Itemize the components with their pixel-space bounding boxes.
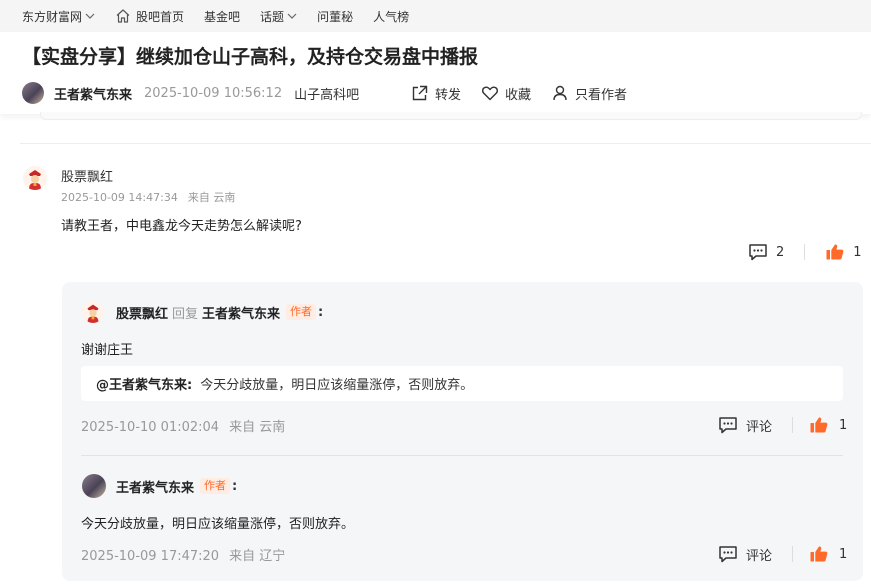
favorite-label: 收藏	[505, 87, 532, 103]
reply-comment-label[interactable]: 评论	[746, 545, 772, 564]
god-of-wealth-avatar-icon	[82, 301, 104, 323]
action-separator	[792, 417, 794, 433]
action-separator	[804, 244, 806, 260]
nav-eastmoney-label: 东方财富网	[22, 9, 83, 24]
commenter-name[interactable]: 股票飘红	[61, 166, 113, 185]
comment-text: 请教王者，中电鑫龙今天走势怎么解读呢?	[61, 219, 302, 234]
heart-icon	[482, 86, 499, 101]
reply-divider	[81, 455, 843, 456]
user-icon	[553, 85, 567, 101]
reply-location: 来自 云南	[229, 420, 286, 435]
forward-button[interactable]: 转发	[411, 84, 461, 103]
favorite-button[interactable]: 收藏	[481, 84, 531, 103]
top-nav: 东方财富网 股吧首页 基金吧 话题 问董秘 人气榜	[0, 0, 871, 32]
nav-eastmoney[interactable]: 东方财富网	[22, 8, 95, 25]
reply-avatar[interactable]	[82, 474, 106, 498]
reply-author[interactable]: 王者紫气东来	[116, 477, 194, 496]
reply-actions: 评论 1	[718, 415, 847, 435]
post-header: 【实盘分享】继续加仓山子高科，及持仓交易盘中播报 王者紫气东来 2025-10-…	[0, 32, 871, 114]
nav-popularity-label: 人气榜	[373, 9, 410, 24]
reply-colon: :	[318, 304, 324, 320]
nav-ask-secretary-label: 问董秘	[317, 9, 354, 24]
reply-header: 王者紫气东来 作者 :	[82, 474, 238, 498]
comment-icon[interactable]	[718, 545, 738, 563]
comment-time: 2025-10-09 14:47:34	[61, 191, 178, 204]
reply-meta: 2025-10-10 01:02:04 来自 云南	[81, 416, 285, 435]
author-avatar[interactable]	[22, 82, 44, 104]
reply-colon: :	[232, 478, 238, 494]
author-only-label: 只看作者	[575, 87, 628, 103]
nav-topics-label: 话题	[260, 9, 285, 24]
reply-actions: 评论 1	[718, 544, 847, 564]
comment-meta: 2025-10-09 14:47:34 来自 云南	[61, 189, 235, 205]
reply-header: 股票飘红 回复 王者紫气东来 作者 :	[82, 301, 324, 323]
chevron-down-icon	[85, 13, 95, 19]
nav-topics[interactable]: 话题	[260, 8, 297, 25]
reply-word: 回复	[172, 306, 199, 322]
like-count: 1	[853, 244, 862, 260]
reply-text: 今天分歧放量，明日应该缩量涨停，否则放弃。	[81, 517, 355, 532]
post-meta: 王者紫气东来 2025-10-09 10:56:12 山子高科吧	[22, 82, 359, 104]
comment-icon[interactable]	[718, 416, 738, 434]
reply-time: 2025-10-10 01:02:04	[81, 420, 220, 435]
reply-to-author[interactable]: 王者紫气东来	[202, 303, 280, 322]
comment-location: 来自 云南	[187, 191, 236, 204]
nav-fund-bar[interactable]: 基金吧	[204, 8, 240, 25]
post-author[interactable]: 王者紫气东来	[54, 84, 132, 103]
reply-quote: @王者紫气东来: 今天分歧放量，明日应该缩量涨停，否则放弃。	[81, 366, 843, 401]
author-only-button[interactable]: 只看作者	[551, 84, 627, 103]
reply-like-count: 1	[839, 417, 848, 433]
replies-box: 股票飘红 回复 王者紫气东来 作者 : 谢谢庄王 @王者紫气东来: 今天分歧放量…	[62, 282, 863, 581]
comment-count: 2	[776, 244, 785, 260]
thumbs-up-icon[interactable]	[809, 416, 829, 434]
quote-mention[interactable]: @王者紫气东来:	[96, 374, 192, 393]
nav-ask-secretary[interactable]: 问董秘	[317, 8, 353, 25]
thumbs-up-icon[interactable]	[809, 545, 829, 563]
reply-comment-label[interactable]: 评论	[746, 416, 772, 435]
reply-text: 谢谢庄王	[81, 343, 134, 358]
author-tag: 作者	[200, 478, 231, 494]
comment-divider	[20, 143, 871, 144]
nav-guba-home-label: 股吧首页	[136, 9, 185, 24]
god-of-wealth-avatar-icon	[23, 166, 47, 190]
reply-meta: 2025-10-09 17:47:20 来自 辽宁	[81, 545, 285, 564]
post-bar-link[interactable]: 山子高科吧	[294, 84, 359, 103]
previous-card-edge	[40, 112, 862, 120]
nav-fund-bar-label: 基金吧	[204, 9, 241, 24]
chevron-down-icon	[287, 13, 297, 19]
post-title: 【实盘分享】继续加仓山子高科，及持仓交易盘中播报	[22, 46, 479, 68]
quote-text: 今天分歧放量，明日应该缩量涨停，否则放弃。	[200, 378, 474, 393]
reply-author[interactable]: 股票飘红	[116, 303, 168, 322]
nav-guba-home[interactable]: 股吧首页	[115, 8, 184, 25]
forward-label: 转发	[435, 87, 462, 103]
reply-avatar[interactable]	[82, 301, 104, 323]
nav-popularity[interactable]: 人气榜	[373, 8, 409, 25]
share-icon	[412, 85, 428, 101]
reply-location: 来自 辽宁	[229, 549, 286, 564]
post-time: 2025-10-09 10:56:12	[144, 85, 283, 101]
comment-actions: 2 1	[748, 243, 862, 261]
post-actions: 转发 收藏 只看作者	[411, 82, 647, 104]
commenter-avatar[interactable]	[23, 166, 47, 190]
reply-time: 2025-10-09 17:47:20	[81, 549, 220, 564]
thumbs-up-icon[interactable]	[825, 243, 845, 261]
action-separator	[792, 546, 794, 562]
home-icon	[116, 9, 130, 23]
author-tag: 作者	[286, 304, 317, 320]
comment-icon[interactable]	[748, 243, 768, 261]
reply-like-count: 1	[839, 546, 848, 562]
